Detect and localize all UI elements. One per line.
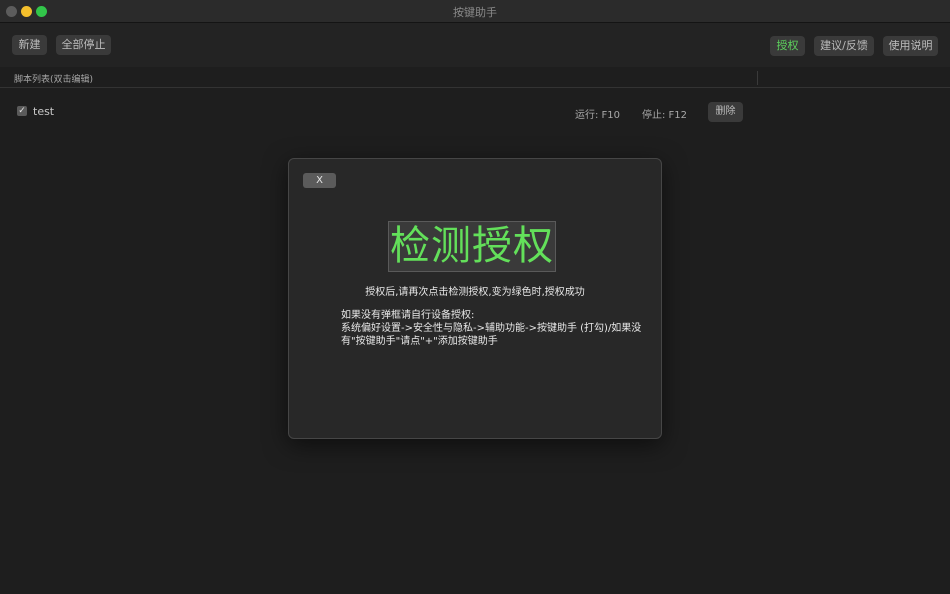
- dialog-close-button[interactable]: X: [303, 173, 336, 188]
- check-authorization-button[interactable]: 检测授权: [388, 221, 556, 272]
- toolbar: 新建 全部停止 授权 建议/反馈 使用说明: [0, 23, 950, 67]
- stop-all-button[interactable]: 全部停止: [56, 35, 111, 55]
- script-enabled-checkbox[interactable]: ✓: [17, 106, 27, 116]
- column-divider[interactable]: [757, 71, 758, 85]
- script-name: test: [33, 105, 55, 118]
- app-window: 按键助手 新建 全部停止 授权 建议/反馈 使用说明 脚本列表(双击编辑) ✓ …: [0, 0, 950, 594]
- authorize-button[interactable]: 授权: [770, 36, 805, 56]
- window-title: 按键助手: [453, 6, 497, 19]
- delete-script-button[interactable]: 删除: [708, 102, 743, 122]
- instruction-line: 如果没有弹框请自行设备授权:: [341, 310, 475, 321]
- script-list-header-label: 脚本列表(双击编辑): [14, 75, 94, 85]
- instruction-line: 系统偏好设置->安全性与隐私->辅助功能->按键助手 (打勾)/如果没: [341, 323, 642, 334]
- script-list-header: 脚本列表(双击编辑): [0, 67, 950, 88]
- help-button[interactable]: 使用说明: [883, 36, 938, 56]
- authorization-dialog: X 检测授权 授权后,请再次点击检测授权,变为绿色时,授权成功 如果没有弹框请自…: [288, 158, 662, 439]
- feedback-button[interactable]: 建议/反馈: [814, 36, 874, 56]
- run-hotkey: 运行: F10: [575, 110, 621, 121]
- checkmark-icon: ✓: [18, 106, 26, 116]
- manual-authorization-instructions: 如果没有弹框请自行设备授权: 系统偏好设置->安全性与隐私->辅助功能->按键助…: [341, 309, 641, 348]
- authorization-hint: 授权后,请再次点击检测授权,变为绿色时,授权成功: [365, 287, 585, 298]
- new-script-button[interactable]: 新建: [12, 35, 47, 55]
- stop-hotkey: 停止: F12: [642, 110, 688, 121]
- title-bar: 按键助手: [0, 0, 950, 23]
- instruction-line: 有"按键助手"请点"+"添加按键助手: [341, 336, 498, 347]
- table-row[interactable]: ✓ test 运行: F10 停止: F12 删除: [0, 98, 950, 126]
